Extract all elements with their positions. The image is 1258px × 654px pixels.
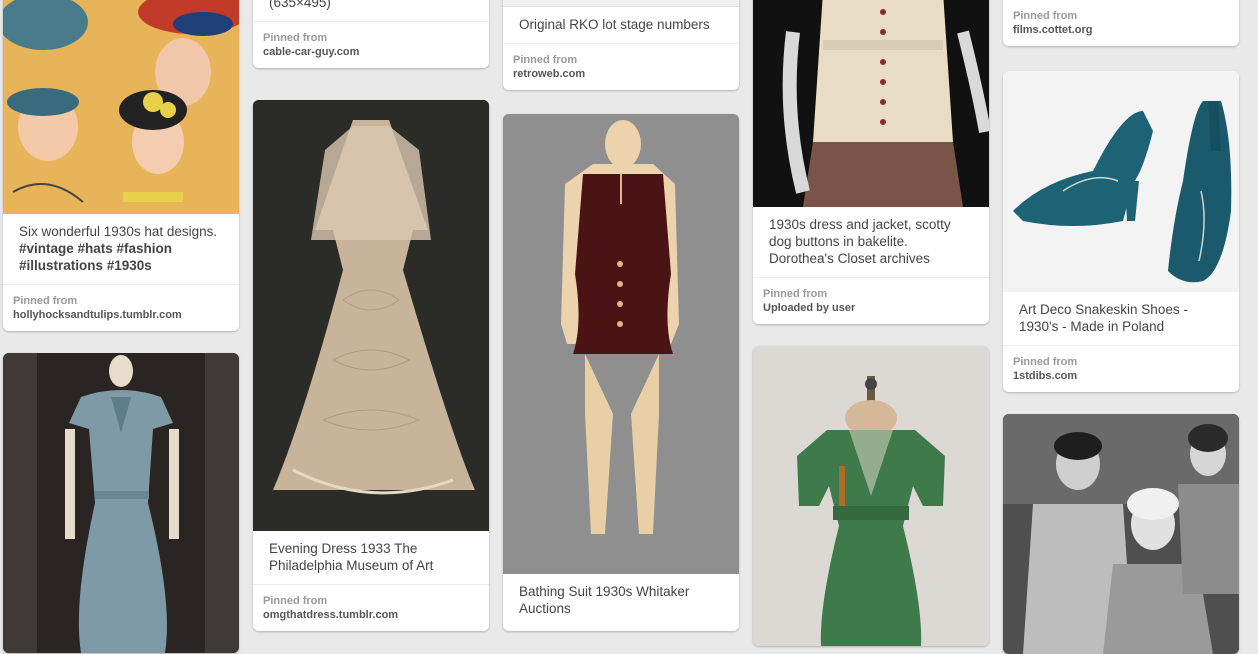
pin-card-blue-dress[interactable]: [3, 353, 239, 653]
pinned-from-label: Pinned from: [263, 595, 328, 607]
pin-image-shoes[interactable]: [1003, 71, 1239, 292]
pin-source[interactable]: Pinned from 1stdibs.com: [1003, 345, 1239, 392]
evening-dress-image: [253, 100, 489, 531]
pin-source[interactable]: Pinned from retroweb.com: [503, 43, 739, 90]
pin-description: Bathing Suit 1930s Whitaker Auctions: [519, 584, 690, 616]
pin-description: (635×495): [269, 0, 331, 10]
shoes-image: [1003, 71, 1239, 292]
source-domain-link[interactable]: retroweb.com: [513, 67, 729, 81]
pinned-from-label: Pinned from: [513, 54, 578, 66]
source-domain-link[interactable]: hollyhocksandtulips.tumblr.com: [13, 308, 229, 322]
green-dress-image: [753, 346, 989, 646]
source-domain-link[interactable]: Uploaded by user: [763, 301, 979, 315]
bw-movie-still-image: [1003, 414, 1239, 654]
pinned-from-label: Pinned from: [763, 288, 828, 300]
pin-card-rko[interactable]: Original RKO lot stage numbers Pinned fr…: [503, 0, 739, 90]
pin-image-blue-dress[interactable]: [3, 353, 239, 653]
pin-image-evening-dress[interactable]: [253, 100, 489, 531]
pin-image-rko[interactable]: [503, 0, 739, 7]
pin-card-green-dress[interactable]: [753, 346, 989, 646]
pin-card-bathing-suit[interactable]: Bathing Suit 1930s Whitaker Auctions: [503, 114, 739, 631]
pin-source[interactable]: Pinned from hollyhocksandtulips.tumblr.c…: [3, 284, 239, 331]
pin-hashtags: #vintage #hats #fashion #illustrations #…: [19, 241, 173, 273]
source-domain-link[interactable]: cable-car-guy.com: [263, 45, 479, 59]
pin-image-hats[interactable]: [3, 0, 239, 214]
pin-description: Six wonderful 1930s hat designs. #vintag…: [19, 224, 218, 273]
pin-card-bw-photo[interactable]: [1003, 414, 1239, 654]
blue-dress-image: [3, 353, 239, 653]
pin-card-shoes[interactable]: Art Deco Snakeskin Shoes - 1930's - Made…: [1003, 71, 1239, 392]
pin-description: 1930s dress and jacket, scotty dog butto…: [769, 217, 951, 266]
pin-description: Evening Dress 1933 The Philadelphia Muse…: [269, 541, 434, 573]
pin-card-evening-dress[interactable]: Evening Dress 1933 The Philadelphia Muse…: [253, 100, 489, 631]
pinned-from-label: Pinned from: [263, 32, 328, 44]
hat-illustration-image: [3, 0, 239, 214]
source-domain-link[interactable]: films.cottet.org: [1013, 23, 1229, 37]
scotty-dress-image: [753, 0, 989, 207]
pinned-from-label: Pinned from: [13, 295, 78, 307]
pin-image-scotty-dress[interactable]: [753, 0, 989, 207]
pinned-from-label: Pinned from: [1013, 10, 1078, 22]
pin-source[interactable]: Pinned from Uploaded by user: [753, 277, 989, 324]
pin-source[interactable]: Pinned from omgthatdress.tumblr.com: [253, 584, 489, 631]
pin-image-bathing-suit[interactable]: [503, 114, 739, 574]
pin-description: Art Deco Snakeskin Shoes - 1930's - Made…: [1019, 302, 1188, 334]
pin-source[interactable]: Pinned from films.cottet.org: [1003, 0, 1239, 46]
pin-card-hats[interactable]: Six wonderful 1930s hat designs. #vintag…: [3, 0, 239, 331]
pin-description: Original RKO lot stage numbers: [519, 17, 710, 32]
pin-card-scotty-dress[interactable]: 1930s dress and jacket, scotty dog butto…: [753, 0, 989, 324]
pin-card-car-guy[interactable]: (635×495) Pinned from cable-car-guy.com: [253, 0, 489, 68]
pinned-from-label: Pinned from: [1013, 356, 1078, 368]
bathing-suit-image: [503, 114, 739, 574]
source-domain-link[interactable]: 1stdibs.com: [1013, 369, 1229, 383]
pin-card-films[interactable]: Pinned from films.cottet.org: [1003, 0, 1239, 46]
source-domain-link[interactable]: omgthatdress.tumblr.com: [263, 608, 479, 622]
pin-image-green-dress[interactable]: [753, 346, 989, 646]
pin-image-bw-photo[interactable]: [1003, 414, 1239, 654]
pin-source[interactable]: Pinned from cable-car-guy.com: [253, 21, 489, 68]
